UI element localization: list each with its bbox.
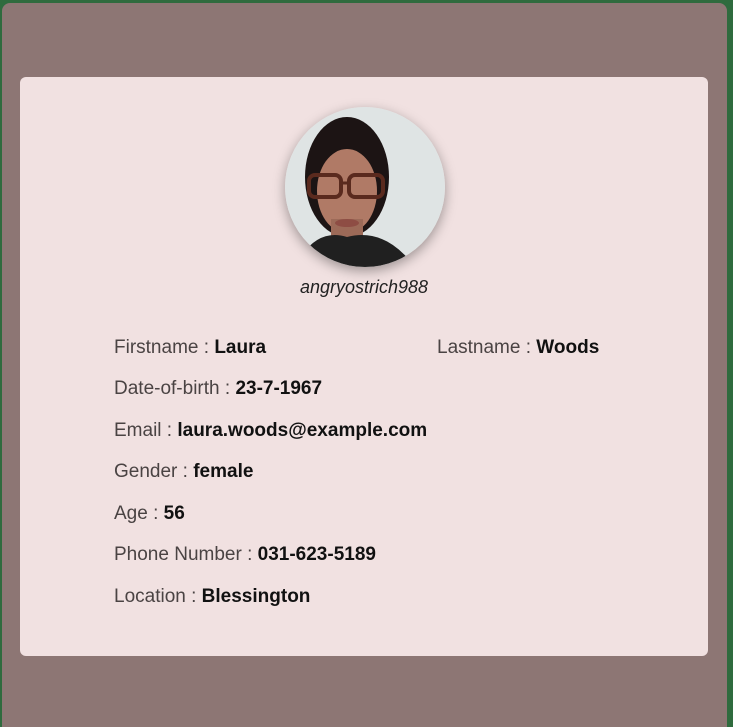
field-phone: Phone Number : 031-623-5189 <box>114 544 376 566</box>
field-email: Email : laura.woods@example.com <box>114 420 427 442</box>
lastname-label: Lastname : <box>437 337 537 358</box>
field-age: Age : 56 <box>114 503 185 525</box>
email-label: Email : <box>114 420 178 441</box>
location-value: Blessington <box>201 586 311 607</box>
lastname-value: Woods <box>536 337 600 358</box>
field-dob: Date-of-birth : 23-7-1967 <box>114 378 322 400</box>
age-value: 56 <box>163 503 185 524</box>
phone-label: Phone Number : <box>114 544 258 565</box>
field-firstname: Firstname : Laura <box>114 337 266 359</box>
field-location: Location : Blessington <box>114 586 310 608</box>
profile-username: angryostrich988 <box>299 277 429 297</box>
dob-label: Date-of-birth : <box>114 378 236 399</box>
firstname-value: Laura <box>214 337 267 358</box>
profile-avatar <box>285 107 445 267</box>
age-label: Age : <box>114 503 164 524</box>
email-value: laura.woods@example.com <box>177 420 428 441</box>
dob-value: 23-7-1967 <box>235 378 323 399</box>
gender-label: Gender : <box>114 461 194 482</box>
phone-value: 031-623-5189 <box>257 544 376 565</box>
field-gender: Gender : female <box>114 461 253 483</box>
firstname-label: Firstname : <box>114 337 215 358</box>
location-label: Location : <box>114 586 202 607</box>
gender-value: female <box>193 461 254 482</box>
field-lastname: Lastname : Woods <box>437 337 599 359</box>
